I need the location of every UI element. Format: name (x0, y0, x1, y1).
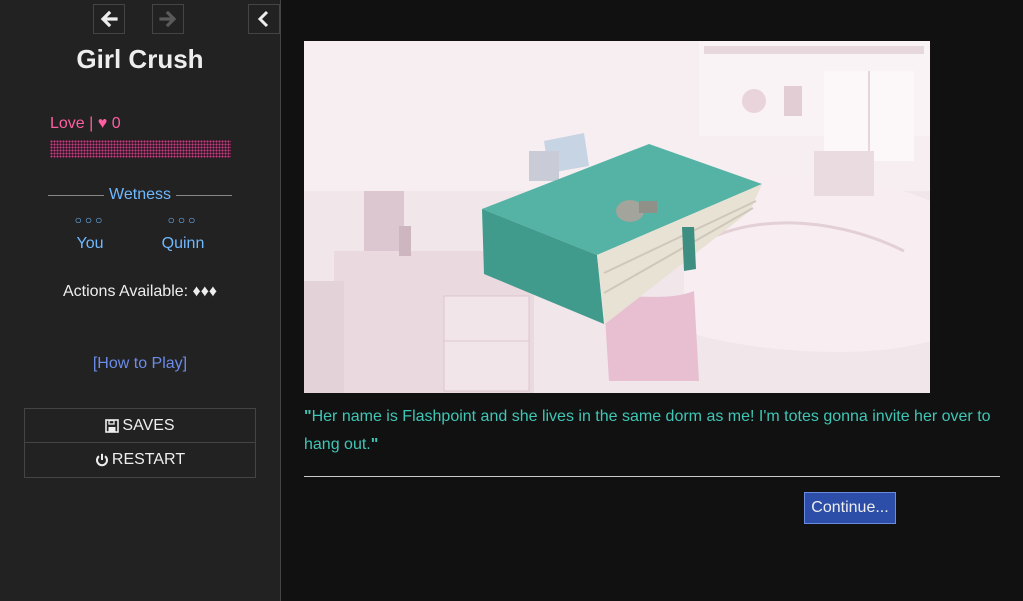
wetness-heading-label: Wetness (109, 186, 171, 203)
arrow-right-icon (159, 10, 177, 28)
quote-close: " (370, 436, 379, 453)
wetness-quinn-dots: ○○○ (167, 213, 199, 227)
wetness-you: ○○○ You (50, 213, 130, 253)
wetness-heading: Wetness (48, 186, 233, 204)
saves-button[interactable]: SAVES (24, 408, 256, 443)
wetness-quinn-name: Quinn (161, 235, 205, 252)
wetness-you-name: You (76, 235, 104, 252)
restart-label: RESTART (111, 451, 186, 468)
dorm-room-diary-image (304, 41, 930, 393)
quote-open: " (304, 408, 312, 425)
saves-label: SAVES (122, 416, 175, 434)
arrow-left-icon (100, 10, 118, 28)
chevron-left-icon (257, 10, 269, 28)
dialogue-text: "Her name is Flashpoint and she lives in… (304, 403, 1000, 459)
sidebar-stow-button[interactable] (248, 4, 280, 34)
power-icon (95, 453, 109, 467)
sidebar: Girl Crush Love | ♥ 0 Wetness ○○○ You ○○… (0, 0, 281, 601)
wetness-quinn: ○○○ Quinn (143, 213, 223, 253)
how-to-play-link[interactable]: [How to Play] (0, 355, 280, 373)
love-label: Love | ♥ 0 (50, 115, 121, 132)
floppy-disk-icon (105, 418, 120, 433)
history-forward-button[interactable] (152, 4, 184, 34)
passage-divider (304, 476, 1000, 477)
continue-button[interactable]: Continue... (804, 492, 896, 524)
actions-available: Actions Available: ♦♦♦ (62, 283, 218, 300)
heading-rule (48, 194, 105, 196)
love-meter (50, 140, 231, 158)
story-title: Girl Crush (76, 44, 204, 74)
heading-rule (175, 194, 233, 196)
restart-button[interactable]: RESTART (24, 443, 256, 478)
dialogue-line: Her name is Flashpoint and she lives in … (304, 408, 991, 453)
wetness-you-dots: ○○○ (74, 213, 106, 227)
passage: "Her name is Flashpoint and she lives in… (304, 41, 1000, 524)
history-back-button[interactable] (93, 4, 125, 34)
sidebar-menu: SAVES RESTART (24, 408, 256, 478)
